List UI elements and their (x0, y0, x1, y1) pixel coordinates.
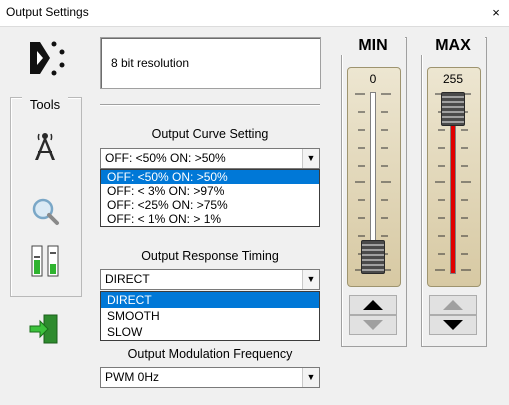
min-value: 0 (369, 72, 377, 86)
arrow-down-icon (443, 320, 463, 330)
close-button[interactable]: × (489, 6, 503, 20)
curve-select[interactable]: OFF: <50% ON: >50% ▼ (100, 148, 320, 169)
max-slider-fill (451, 125, 455, 273)
timing-selected-value: DIRECT (105, 272, 150, 286)
timing-select[interactable]: DIRECT ▼ (100, 269, 320, 290)
separator (100, 104, 320, 106)
curve-label: Output Curve Setting (151, 127, 269, 141)
min-up-button[interactable] (349, 295, 397, 315)
curve-option[interactable]: OFF: < 1% ON: > 1% (101, 212, 319, 226)
resolution-text: 8 bit resolution (111, 56, 190, 70)
app-logo (28, 38, 78, 78)
resolution-display: 8 bit resolution (100, 37, 321, 89)
chevron-down-icon[interactable]: ▼ (302, 149, 319, 168)
curve-selected-value: OFF: <50% ON: >50% (105, 151, 226, 165)
arrow-up-icon (363, 300, 383, 310)
level-meter-icon[interactable] (28, 244, 62, 278)
min-down-button[interactable] (349, 315, 397, 335)
curve-option[interactable]: OFF: <25% ON: >75% (101, 198, 319, 212)
chevron-down-icon[interactable]: ▼ (302, 270, 319, 289)
title-bar: Output Settings × (0, 0, 509, 27)
modulation-label: Output Modulation Frequency (127, 347, 293, 361)
exit-door-icon[interactable] (28, 312, 62, 346)
max-up-button[interactable] (429, 295, 477, 315)
min-slider-thumb[interactable] (361, 240, 385, 274)
max-slider-thumb[interactable] (441, 92, 465, 126)
modulation-select[interactable]: PWM 0Hz ▼ (100, 367, 320, 388)
tools-label: Tools (22, 97, 68, 112)
max-value: 255 (442, 72, 464, 86)
magnifier-icon[interactable] (28, 194, 62, 228)
timing-options-list[interactable]: DIRECT SMOOTH SLOW (100, 291, 320, 341)
curve-option[interactable]: OFF: <50% ON: >50% (101, 170, 319, 184)
modulation-selected-value: PWM 0Hz (105, 370, 159, 384)
curve-option[interactable]: OFF: < 3% ON: >97% (101, 184, 319, 198)
curve-options-list[interactable]: OFF: <50% ON: >50% OFF: < 3% ON: >97% OF… (100, 169, 320, 227)
min-title: MIN (341, 37, 405, 55)
timing-option[interactable]: SMOOTH (101, 308, 319, 324)
max-down-button[interactable] (429, 315, 477, 335)
max-title: MAX (421, 37, 485, 55)
arrow-down-icon (363, 320, 383, 330)
window-title: Output Settings (6, 5, 89, 19)
chevron-down-icon[interactable]: ▼ (302, 368, 319, 387)
timing-label: Output Response Timing (141, 249, 279, 263)
timing-option[interactable]: DIRECT (101, 292, 319, 308)
antenna-tower-icon[interactable] (28, 130, 62, 164)
arrow-up-icon (443, 300, 463, 310)
timing-option[interactable]: SLOW (101, 324, 319, 340)
